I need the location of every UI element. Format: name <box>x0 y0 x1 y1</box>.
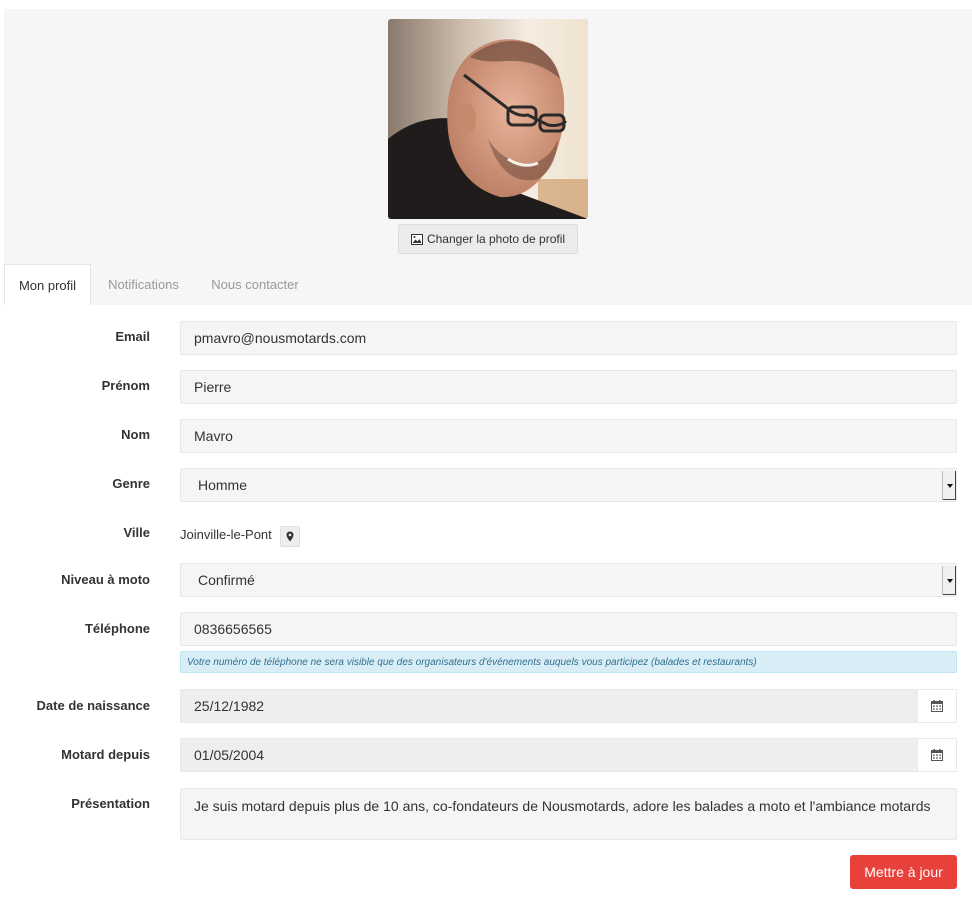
prenom-field[interactable]: Pierre <box>180 370 957 404</box>
locate-city-button[interactable] <box>280 526 300 547</box>
tab-mon-profil[interactable]: Mon profil <box>4 264 91 305</box>
change-photo-label: Changer la photo de profil <box>426 232 566 246</box>
tab-notifications[interactable]: Notifications <box>96 264 191 305</box>
motard-depuis-calendar-button[interactable] <box>917 739 956 771</box>
motard-depuis-field[interactable]: 01/05/2004 <box>180 738 957 772</box>
profile-tabs: Mon profil Notifications Nous contacter <box>4 264 972 305</box>
calendar-icon <box>931 749 943 761</box>
prenom-value: Pierre <box>194 379 232 395</box>
presentation-label: Présentation <box>71 796 150 811</box>
nom-label: Nom <box>121 427 150 442</box>
update-profile-button[interactable]: Mettre à jour <box>850 855 957 889</box>
email-label: Email <box>115 329 150 344</box>
calendar-icon <box>931 700 943 712</box>
nom-field[interactable]: Mavro <box>180 419 957 453</box>
naissance-label: Date de naissance <box>36 698 150 713</box>
niveau-label: Niveau à moto <box>61 572 150 587</box>
genre-label: Genre <box>112 476 150 491</box>
prenom-label: Prénom <box>101 378 150 393</box>
telephone-privacy-note: Votre numéro de téléphone ne sera visibl… <box>180 651 957 673</box>
motard-depuis-label: Motard depuis <box>61 747 150 762</box>
telephone-label: Téléphone <box>84 621 150 636</box>
change-photo-button[interactable]: Changer la photo de profil <box>398 224 578 254</box>
email-field[interactable]: pmavro@nousmotards.com <box>180 321 957 355</box>
profile-photo <box>388 19 588 219</box>
telephone-value: 0836656565 <box>194 621 272 637</box>
email-value: pmavro@nousmotards.com <box>194 330 367 346</box>
genre-value: Homme <box>198 477 248 493</box>
map-marker-icon <box>286 531 294 542</box>
ville-value: Joinville-le-Pont <box>180 527 272 542</box>
profile-header: Changer la photo de profil <box>4 9 972 305</box>
image-icon <box>410 233 423 245</box>
niveau-select[interactable]: Confirmé <box>180 563 957 597</box>
naissance-value: 25/12/1982 <box>194 698 265 714</box>
tab-nous-contacter[interactable]: Nous contacter <box>200 264 310 305</box>
chevron-down-icon <box>942 471 956 500</box>
telephone-field[interactable]: 0836656565 <box>180 612 957 646</box>
naissance-calendar-button[interactable] <box>917 690 956 722</box>
naissance-field[interactable]: 25/12/1982 <box>180 689 957 723</box>
niveau-value: Confirmé <box>198 572 255 588</box>
ville-label: Ville <box>123 525 150 540</box>
motard-depuis-value: 01/05/2004 <box>194 747 265 763</box>
genre-select[interactable]: Homme <box>180 468 957 502</box>
chevron-down-icon <box>942 566 956 595</box>
presentation-textarea[interactable]: Je suis motard depuis plus de 10 ans, co… <box>180 788 957 840</box>
nom-value: Mavro <box>194 428 233 444</box>
